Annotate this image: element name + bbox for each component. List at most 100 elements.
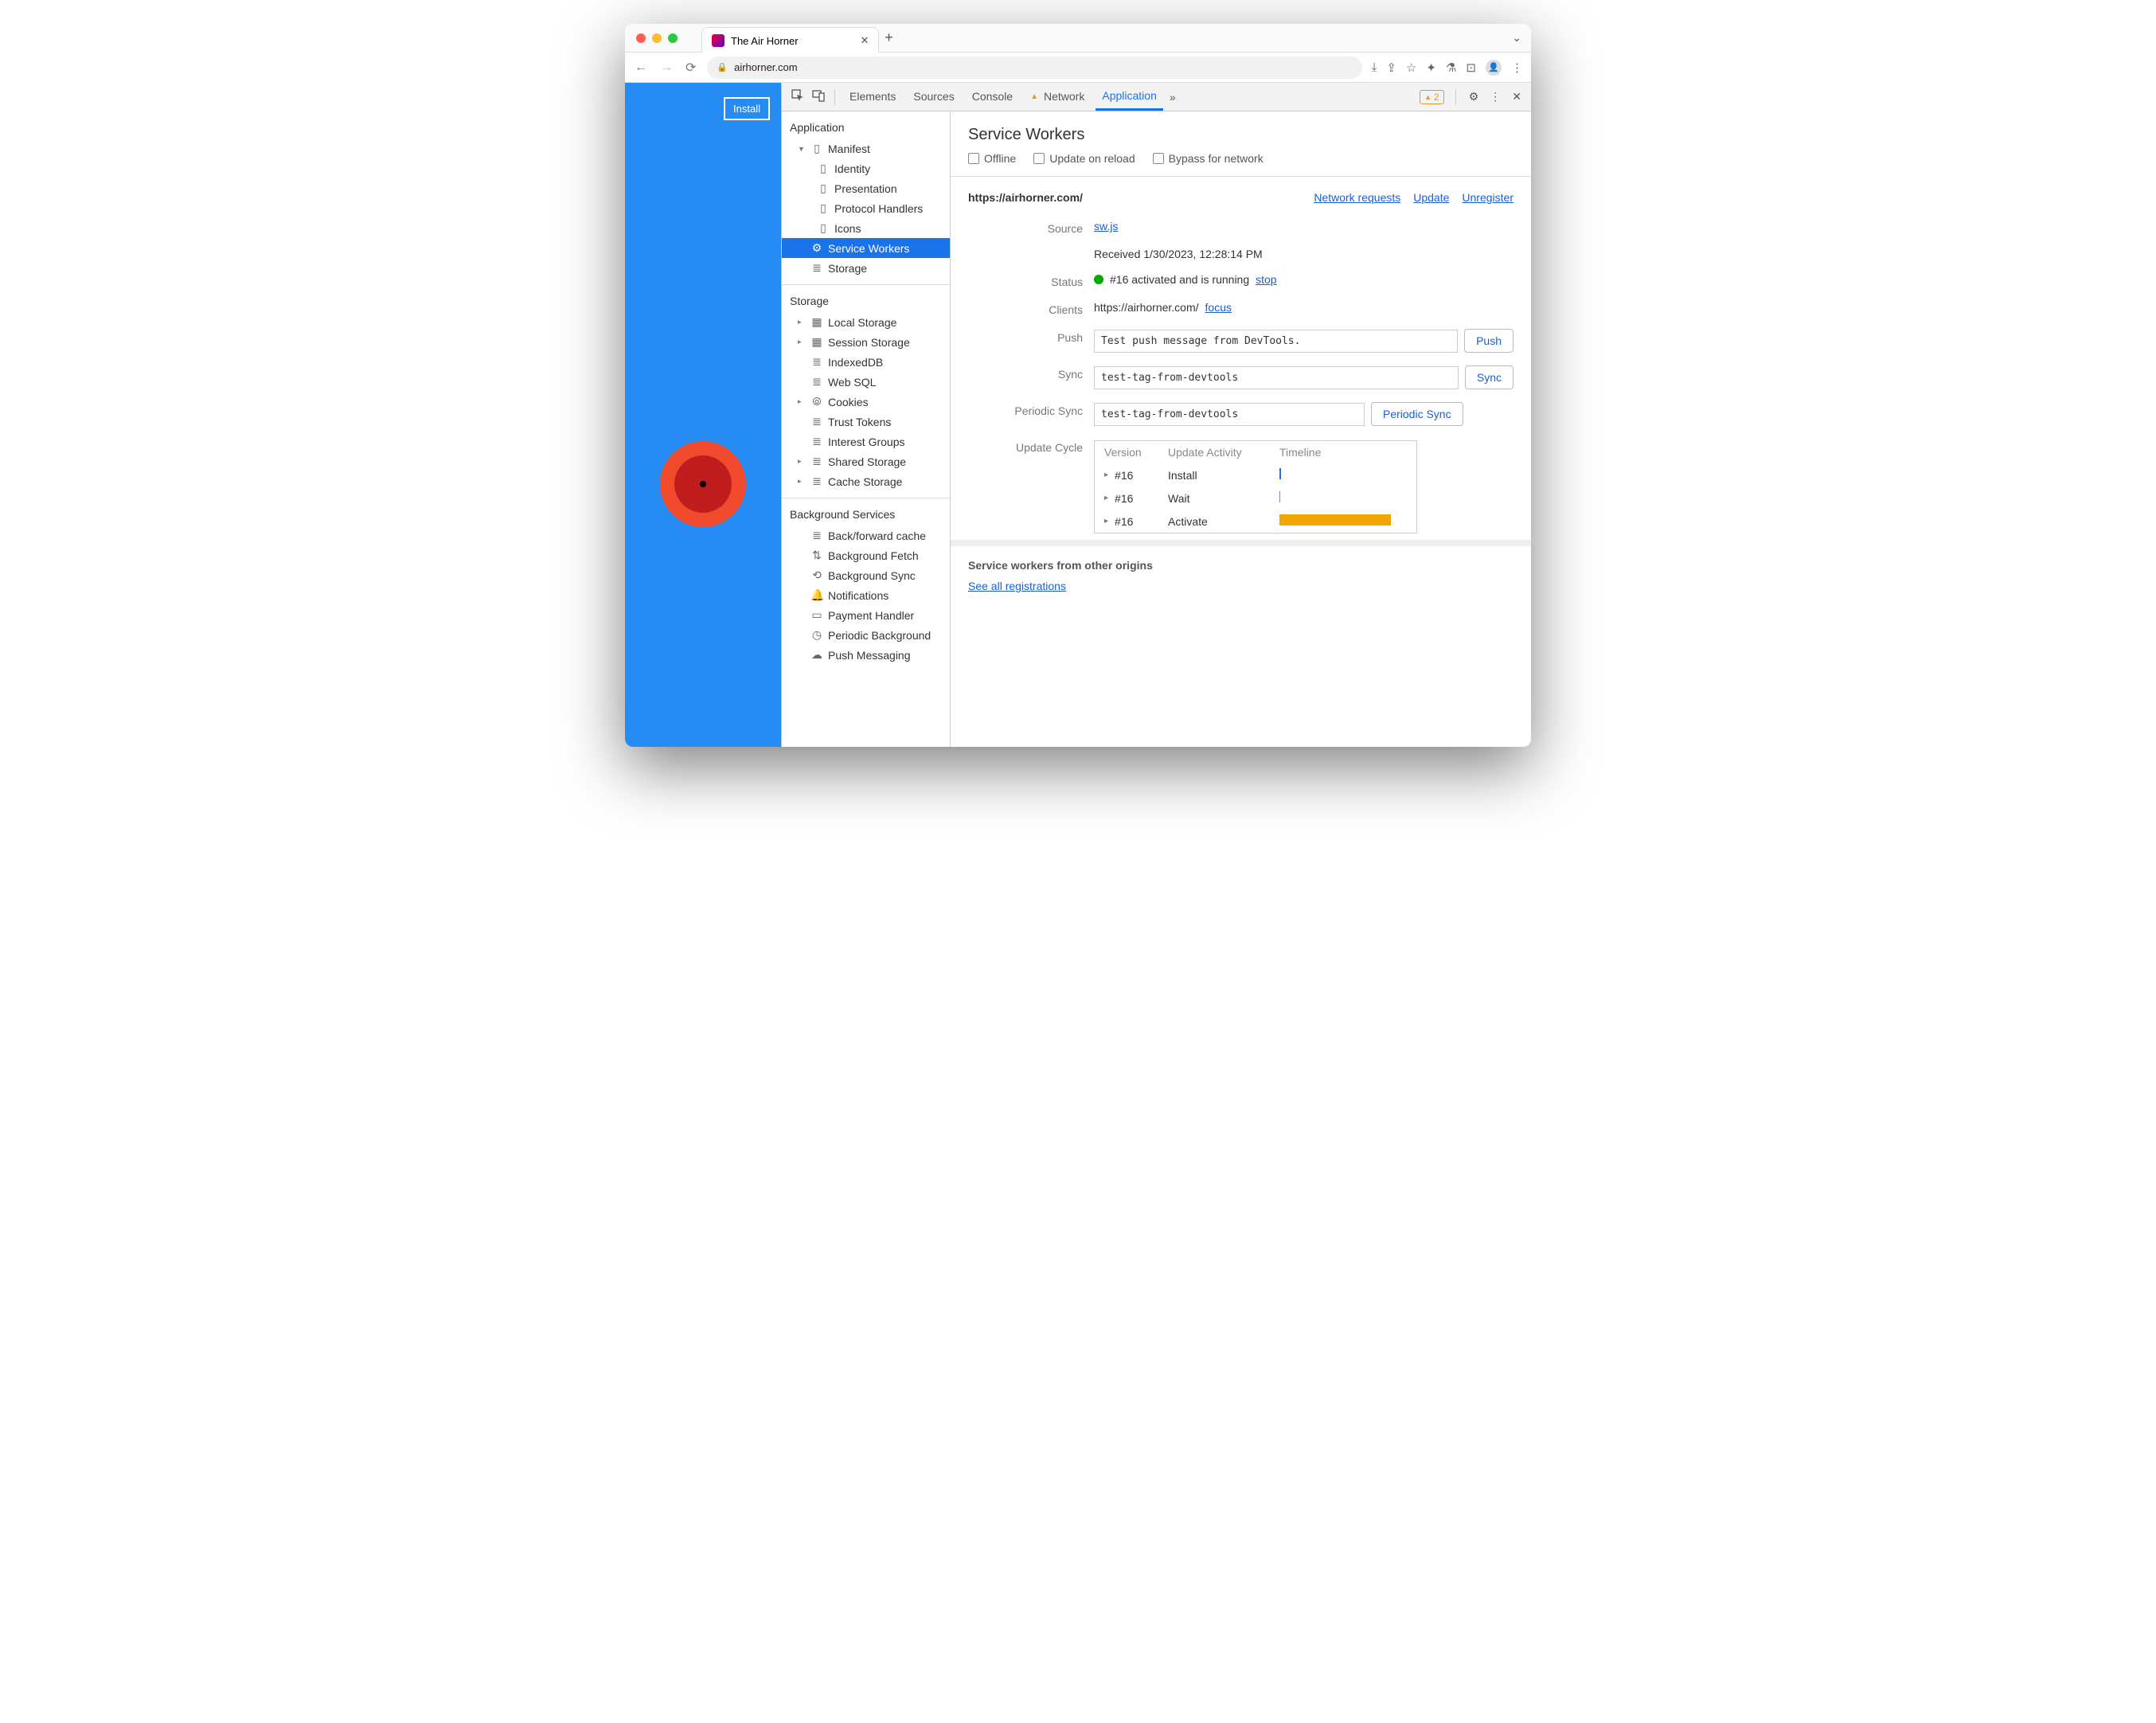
cookie-icon: ⦾ — [810, 395, 823, 408]
sidebar-item-service-workers[interactable]: ⚙Service Workers — [782, 238, 950, 258]
new-tab-button[interactable]: + — [879, 29, 898, 46]
sidebar-item-protocol-handlers[interactable]: ▯Protocol Handlers — [782, 198, 950, 218]
table-row[interactable]: #16 Activate — [1095, 510, 1416, 533]
sw-focus-link[interactable]: focus — [1205, 301, 1232, 314]
sidebar-item-background-sync[interactable]: ⟲Background Sync — [782, 565, 950, 585]
favicon-icon — [712, 34, 725, 47]
install-app-icon[interactable]: ⤓ — [1372, 61, 1377, 74]
reload-button[interactable]: ⟳ — [684, 60, 697, 76]
update-on-reload-checkbox[interactable]: Update on reload — [1033, 152, 1135, 165]
sw-source-file-link[interactable]: sw.js — [1094, 220, 1118, 232]
timeline-bar-icon — [1279, 514, 1391, 525]
toolbar: ← → ⟳ 🔒 airhorner.com ⤓ ⇪ ☆ ✦ ⚗ ⊡ 👤 ⋮ — [625, 53, 1531, 83]
tab-title: The Air Horner — [731, 35, 799, 47]
status-running-icon — [1094, 275, 1103, 284]
close-tab-icon[interactable]: ✕ — [861, 34, 869, 47]
push-input[interactable] — [1094, 330, 1458, 353]
inspect-element-icon[interactable] — [790, 89, 806, 104]
sw-status-text: #16 activated and is running — [1110, 273, 1249, 286]
sidebar-item-local-storage[interactable]: ▸▦Local Storage — [782, 312, 950, 332]
address-bar[interactable]: 🔒 airhorner.com — [707, 57, 1361, 79]
see-all-registrations-link[interactable]: See all registrations — [968, 580, 1066, 592]
sidebar-group-application: Application — [782, 111, 950, 139]
sidebar-item-manifest[interactable]: ▼▯Manifest — [782, 139, 950, 158]
sidebar-item-interest-groups[interactable]: ≣Interest Groups — [782, 432, 950, 451]
menu-icon[interactable]: ⋮ — [1511, 61, 1523, 75]
sidebar-item-periodic-background[interactable]: ◷Periodic Background — [782, 625, 950, 645]
database-icon: ≣ — [810, 375, 823, 389]
airhorn-button[interactable] — [660, 441, 746, 527]
browser-tab[interactable]: The Air Horner ✕ — [701, 27, 879, 53]
bypass-network-checkbox[interactable]: Bypass for network — [1153, 152, 1264, 165]
bookmark-icon[interactable]: ☆ — [1406, 61, 1416, 75]
sidebar-item-push-messaging[interactable]: ☁Push Messaging — [782, 645, 950, 665]
tab-application[interactable]: Application — [1096, 84, 1163, 111]
device-toolbar-icon[interactable] — [810, 89, 826, 104]
offline-checkbox[interactable]: Offline — [968, 152, 1016, 165]
sidebar-item-trust-tokens[interactable]: ≣Trust Tokens — [782, 412, 950, 432]
sidebar-item-notifications[interactable]: 🔔Notifications — [782, 585, 950, 605]
share-icon[interactable]: ⇪ — [1386, 61, 1396, 75]
close-window-icon[interactable] — [636, 33, 646, 43]
more-tabs-icon[interactable]: » — [1168, 91, 1178, 104]
sw-source-row: Source sw.js — [951, 213, 1531, 241]
lock-icon: 🔒 — [717, 62, 728, 72]
network-requests-link[interactable]: Network requests — [1314, 191, 1400, 204]
periodic-sync-input[interactable] — [1094, 403, 1365, 426]
sync-input[interactable] — [1094, 366, 1459, 389]
settings-icon[interactable]: ⚙ — [1467, 90, 1481, 104]
document-icon: ▯ — [817, 221, 830, 235]
tab-list-chevron-icon[interactable]: ⌄ — [1512, 31, 1521, 45]
database-icon: ≣ — [810, 435, 823, 448]
table-row[interactable]: #16 Install — [1095, 463, 1416, 486]
service-workers-panel: Service Workers Offline Update on reload… — [951, 111, 1531, 747]
sidebar-item-storage[interactable]: ≣Storage — [782, 258, 950, 278]
kebab-menu-icon[interactable]: ⋮ — [1488, 90, 1502, 104]
page-content: Install — [625, 83, 781, 747]
sidebar-item-indexeddb[interactable]: ≣IndexedDB — [782, 352, 950, 372]
close-devtools-icon[interactable]: ✕ — [1510, 90, 1523, 104]
sidebar-item-websql[interactable]: ≣Web SQL — [782, 372, 950, 392]
sidebar-item-icons[interactable]: ▯Icons — [782, 218, 950, 238]
airhorn-inner — [674, 455, 732, 513]
sidebar-item-presentation[interactable]: ▯Presentation — [782, 178, 950, 198]
content-area: Install Elements Sources Console — [625, 83, 1531, 747]
traffic-lights — [625, 33, 689, 43]
sidebar-item-cache-storage[interactable]: ▸≣Cache Storage — [782, 471, 950, 491]
sidebar-item-bfcache[interactable]: ≣Back/forward cache — [782, 525, 950, 545]
tab-elements[interactable]: Elements — [843, 84, 902, 109]
document-icon: ▯ — [810, 142, 823, 155]
table-icon: ▦ — [810, 315, 823, 329]
periodic-sync-button[interactable]: Periodic Sync — [1371, 402, 1463, 426]
tab-console[interactable]: Console — [966, 84, 1019, 109]
sidebar-item-shared-storage[interactable]: ▸≣Shared Storage — [782, 451, 950, 471]
sw-stop-link[interactable]: stop — [1256, 273, 1276, 286]
application-sidebar: Application ▼▯Manifest ▯Identity ▯Presen… — [782, 111, 951, 747]
unregister-link[interactable]: Unregister — [1462, 191, 1513, 204]
install-button[interactable]: Install — [724, 97, 770, 120]
sidebar-item-payment-handler[interactable]: ▭Payment Handler — [782, 605, 950, 625]
browser-window: The Air Horner ✕ + ⌄ ← → ⟳ 🔒 airhorner.c… — [625, 24, 1531, 747]
push-button[interactable]: Push — [1464, 329, 1513, 353]
extensions-icon[interactable]: ✦ — [1426, 61, 1436, 75]
document-icon: ▯ — [817, 162, 830, 175]
maximize-window-icon[interactable] — [668, 33, 678, 43]
sidebar-item-cookies[interactable]: ▸⦾Cookies — [782, 392, 950, 412]
forward-button[interactable]: → — [658, 61, 674, 75]
sidebar-item-background-fetch[interactable]: ⇅Background Fetch — [782, 545, 950, 565]
table-row[interactable]: #16 Wait — [1095, 486, 1416, 510]
sw-scope-url: https://airhorner.com/ — [968, 191, 1083, 204]
gear-icon: ⚙ — [810, 241, 823, 255]
tab-network[interactable]: Network — [1024, 84, 1091, 109]
warnings-badge[interactable]: 2 — [1420, 90, 1444, 104]
back-button[interactable]: ← — [633, 61, 649, 75]
tab-sources[interactable]: Sources — [907, 84, 960, 109]
devtools-icon[interactable]: ⊡ — [1466, 61, 1476, 75]
update-link[interactable]: Update — [1413, 191, 1449, 204]
sidebar-item-session-storage[interactable]: ▸▦Session Storage — [782, 332, 950, 352]
profile-avatar[interactable]: 👤 — [1486, 60, 1502, 76]
minimize-window-icon[interactable] — [652, 33, 662, 43]
sync-button[interactable]: Sync — [1465, 365, 1513, 389]
labs-icon[interactable]: ⚗ — [1446, 61, 1456, 75]
sidebar-item-identity[interactable]: ▯Identity — [782, 158, 950, 178]
